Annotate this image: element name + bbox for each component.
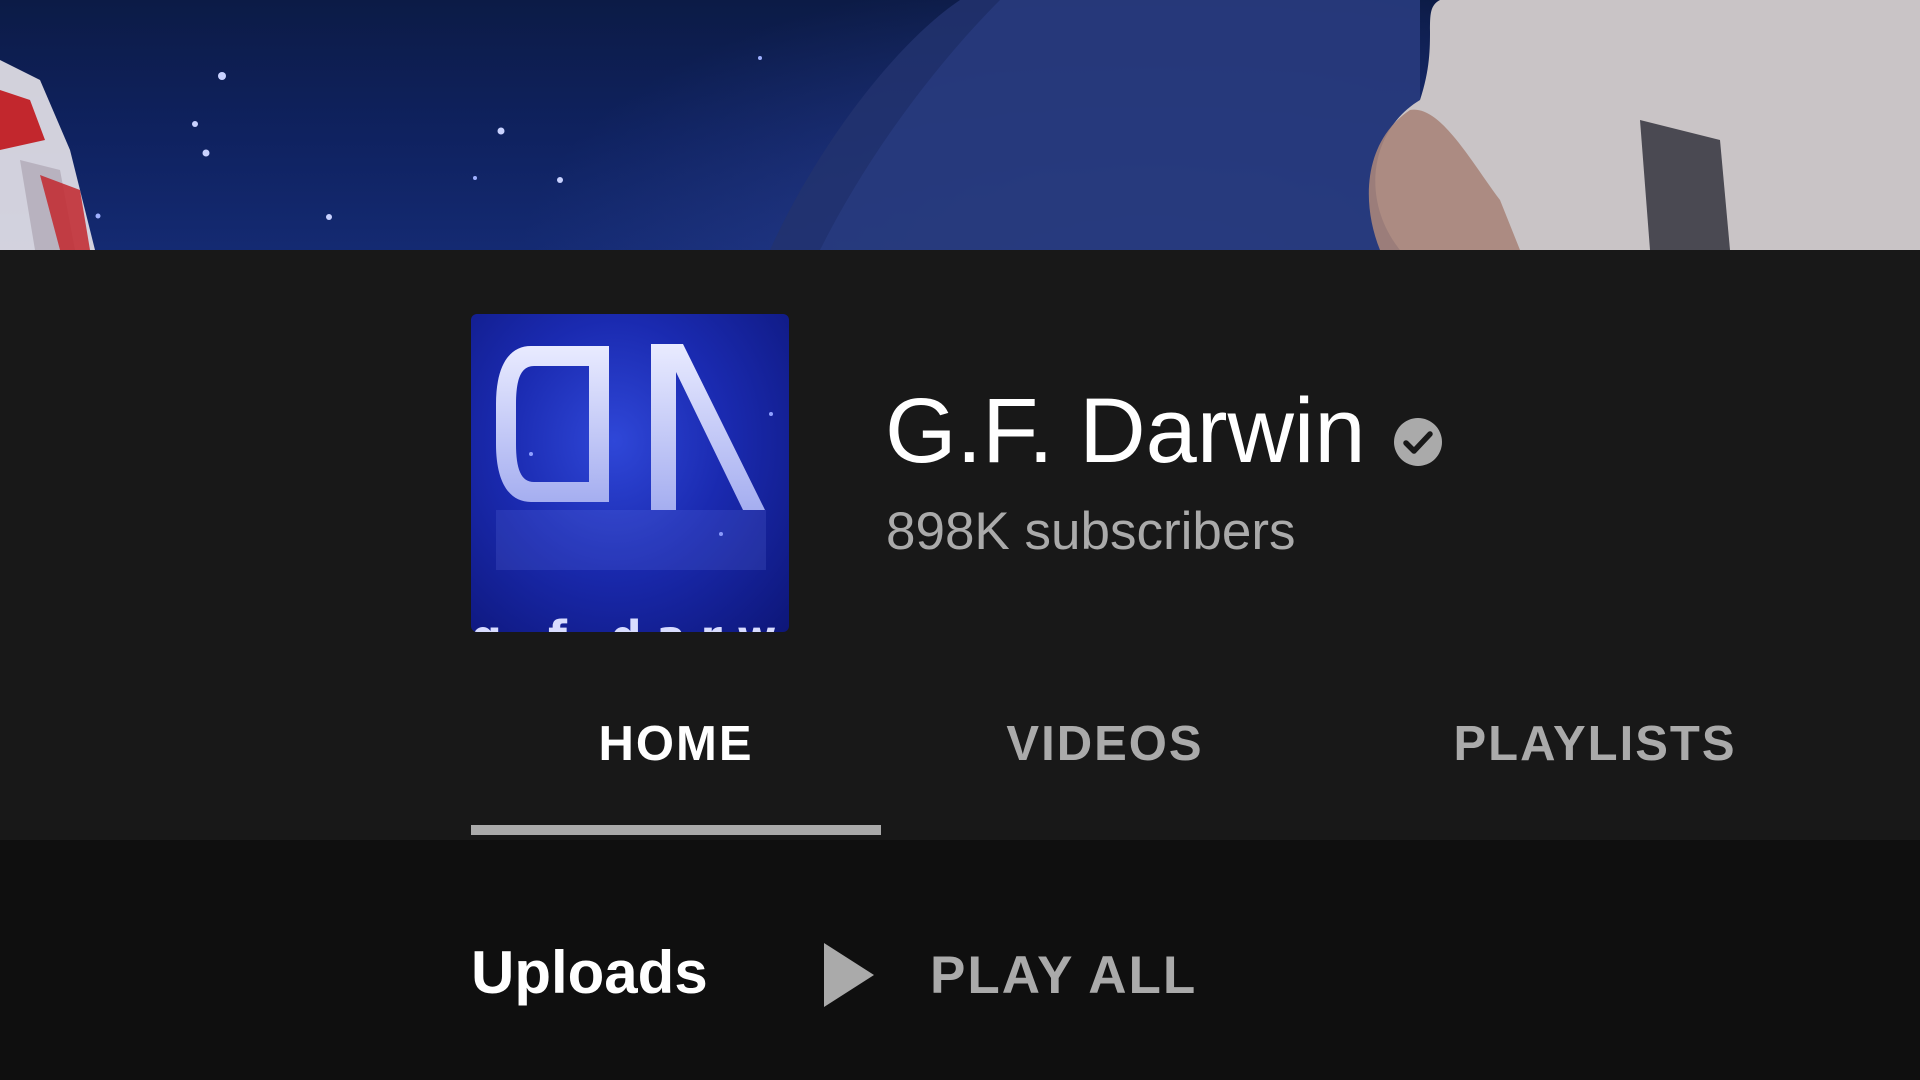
- tab-videos-label: VIDEOS: [1006, 717, 1204, 771]
- play-all-button[interactable]: PLAY ALL: [822, 935, 1197, 1015]
- shelf-title: Uploads: [471, 939, 708, 1006]
- play-all-label: PLAY ALL: [930, 945, 1198, 1005]
- tab-home[interactable]: HOME: [471, 250, 881, 830]
- tab-videos[interactable]: VIDEOS: [955, 250, 1255, 830]
- play-icon: [824, 943, 874, 1007]
- channel-banner: [0, 0, 1920, 250]
- channel-page: g.f.darwin G.F. Darwin 898K subscribers …: [0, 0, 1920, 1080]
- tab-selected-indicator: [471, 825, 881, 835]
- tab-playlists[interactable]: PLAYLISTS: [1420, 250, 1770, 830]
- tab-home-label: HOME: [598, 717, 754, 771]
- banner-art: [0, 0, 1920, 250]
- tab-playlists-label: PLAYLISTS: [1453, 717, 1737, 771]
